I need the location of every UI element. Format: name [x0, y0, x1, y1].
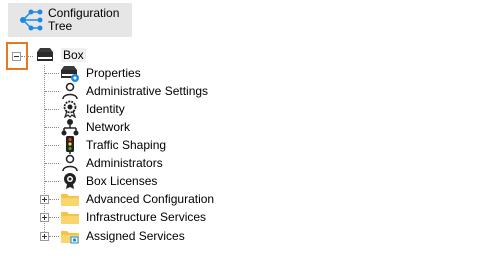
expand-toggle-assigned-services[interactable]	[40, 232, 49, 241]
configuration-tree: Box Properties Administrative Settings I…	[0, 0, 500, 265]
folder-icon	[61, 212, 79, 224]
tree-node-advanced-configuration[interactable]: Advanced Configuration	[60, 190, 260, 208]
traffic-light-icon	[66, 136, 74, 154]
tree-node-label: Network	[86, 120, 131, 134]
license-seal-icon	[64, 173, 76, 189]
tree-node-label: Assigned Services	[86, 229, 185, 243]
tree-node-label: Traffic Shaping	[86, 138, 167, 152]
tree-node-label: Properties	[86, 66, 141, 80]
tree-node-box-licenses[interactable]: Box Licenses	[60, 172, 220, 190]
tree-node-properties[interactable]: Properties	[60, 64, 220, 82]
folder-icon	[61, 194, 79, 206]
identity-badge-icon	[63, 100, 77, 118]
tree-node-identity[interactable]: Identity	[60, 100, 220, 118]
tree-connector	[45, 181, 59, 182]
tree-node-infrastructure-services[interactable]: Infrastructure Services	[60, 208, 260, 226]
server-box-icon	[37, 48, 53, 61]
person-outline-icon	[62, 82, 78, 100]
tree-node-label: Administrative Settings	[86, 84, 209, 98]
tree-node-label: Box	[61, 48, 86, 62]
tree-connector	[49, 236, 59, 237]
tree-node-traffic-shaping[interactable]: Traffic Shaping	[60, 136, 220, 154]
tree-connector	[49, 199, 59, 200]
tree-node-label: Identity	[86, 102, 125, 116]
highlight-marker	[6, 42, 28, 70]
tree-node-label: Advanced Configuration	[86, 192, 215, 206]
tree-node-label: Administrators	[86, 156, 163, 170]
tree-node-administrators[interactable]: Administrators	[60, 154, 220, 172]
tree-connector	[49, 217, 59, 218]
tree-connector	[45, 163, 59, 164]
tree-node-network[interactable]: Network	[60, 118, 220, 136]
tree-connector	[45, 109, 59, 110]
server-settings-icon	[61, 66, 79, 82]
tree-node-label: Infrastructure Services	[86, 210, 207, 224]
tree-node-box[interactable]: Box	[35, 46, 95, 64]
tree-connector	[45, 73, 59, 74]
tree-node-assigned-services[interactable]: Assigned Services	[60, 227, 260, 245]
tree-connector	[45, 91, 59, 92]
person-outline-icon	[62, 154, 78, 172]
folder-services-icon	[61, 231, 79, 244]
expand-toggle-infrastructure-services[interactable]	[40, 213, 49, 222]
tree-node-label: Box Licenses	[86, 174, 158, 188]
network-icon	[61, 119, 79, 136]
expand-toggle-advanced-configuration[interactable]	[40, 195, 49, 204]
tree-node-administrative-settings[interactable]: Administrative Settings	[60, 82, 260, 100]
tree-connector	[45, 145, 59, 146]
tree-connector	[45, 127, 59, 128]
